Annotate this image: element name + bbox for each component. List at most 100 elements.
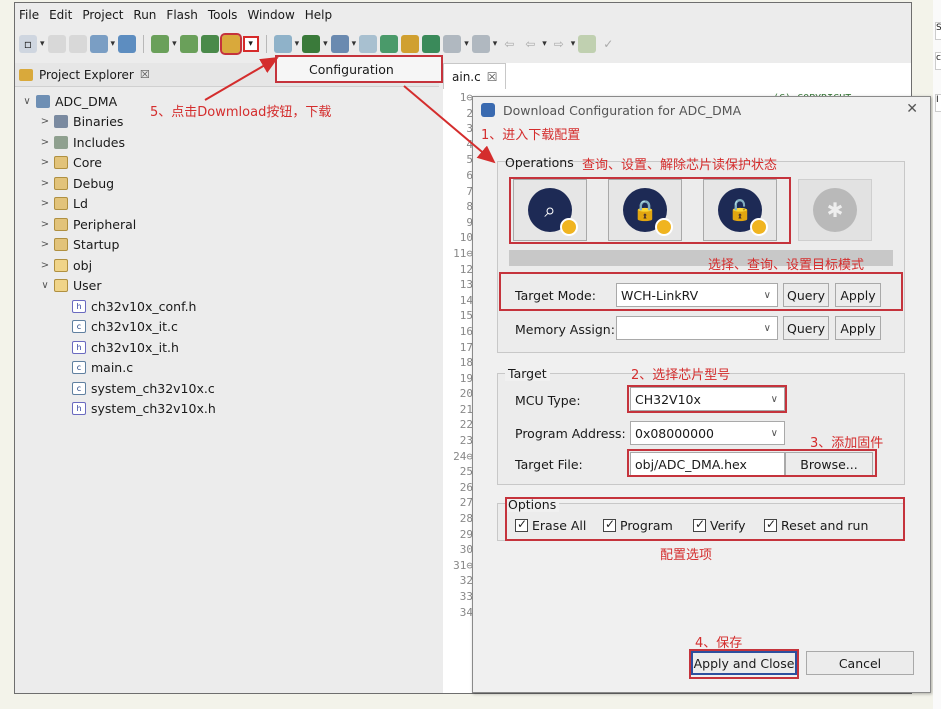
memory-assign-select[interactable]: ∨ bbox=[616, 316, 778, 340]
console-icon[interactable] bbox=[359, 35, 378, 53]
menu-flash[interactable]: Flash bbox=[166, 8, 197, 22]
tree-item[interactable]: > Startup bbox=[15, 235, 439, 256]
chevron-down-icon[interactable]: ∨ bbox=[21, 96, 33, 107]
chevron-right-icon[interactable]: > bbox=[39, 239, 51, 250]
menu-tools[interactable]: Tools bbox=[208, 8, 238, 22]
cancel-button[interactable]: Cancel bbox=[806, 651, 914, 675]
target-mode-query-button[interactable]: Query bbox=[783, 283, 829, 307]
tree-item[interactable]: c ch32v10x_it.c bbox=[15, 317, 439, 338]
debug-dropdown-icon[interactable]: ▾ bbox=[323, 39, 328, 49]
tree-item[interactable]: > Peripheral bbox=[15, 214, 439, 235]
project-explorer: Project Explorer ☒ ∨ ADC_DMA > Binaries > Inc… bbox=[15, 63, 439, 693]
tree-item[interactable]: h system_ch32v10x.h bbox=[15, 399, 439, 420]
program-address-select[interactable]: 0x08000000 ∨ bbox=[630, 421, 785, 445]
back-icon[interactable]: ⇦ bbox=[521, 35, 539, 53]
query-protect-button[interactable]: ⌕ bbox=[513, 179, 587, 241]
menu-window[interactable]: Window bbox=[247, 8, 294, 22]
project-icon[interactable] bbox=[118, 35, 137, 53]
target-file-input[interactable]: obj/ADC_DMA.hex bbox=[630, 452, 785, 476]
chevron-right-icon[interactable]: > bbox=[39, 116, 51, 127]
tree-item[interactable]: > Core bbox=[15, 153, 439, 174]
search-dropdown-icon[interactable]: ▾ bbox=[352, 39, 357, 49]
close-icon[interactable]: ✕ bbox=[906, 101, 918, 117]
next-annotation-icon[interactable] bbox=[471, 35, 490, 53]
chevron-right-icon[interactable]: > bbox=[39, 198, 51, 209]
chevron-right-icon[interactable]: > bbox=[39, 157, 51, 168]
download-icon[interactable] bbox=[219, 33, 242, 55]
chevron-down-icon[interactable]: ∨ bbox=[39, 280, 51, 291]
annotation-icon[interactable] bbox=[443, 35, 462, 53]
tree-item[interactable]: c main.c bbox=[15, 358, 439, 379]
tree-item[interactable]: > Ld bbox=[15, 194, 439, 215]
next-annotation-dropdown-icon[interactable]: ▾ bbox=[493, 39, 498, 49]
forward-dropdown-icon[interactable]: ▾ bbox=[571, 39, 576, 49]
verify-checkbox[interactable]: Verify bbox=[693, 517, 745, 533]
menu-edit[interactable]: Edit bbox=[49, 8, 72, 22]
tree-item[interactable]: h ch32v10x_conf.h bbox=[15, 296, 439, 317]
tree-item-label: system_ch32v10x.h bbox=[91, 401, 216, 417]
toggle-mark-icon[interactable]: ✓ bbox=[599, 35, 617, 53]
target-mode-select[interactable]: WCH-LinkRV ∨ bbox=[616, 283, 778, 307]
perspective-icon[interactable] bbox=[380, 35, 399, 53]
save-icon[interactable] bbox=[47, 35, 66, 53]
memory-assign-apply-button[interactable]: Apply bbox=[835, 316, 881, 340]
tree-item[interactable]: c system_ch32v10x.c bbox=[15, 378, 439, 399]
run-icon[interactable] bbox=[422, 35, 441, 53]
search-icon[interactable] bbox=[330, 35, 349, 53]
new-dropdown-icon[interactable]: ▾ bbox=[40, 39, 45, 49]
menu-file[interactable]: File bbox=[19, 8, 39, 22]
forward-icon[interactable]: ⇨ bbox=[550, 35, 568, 53]
tree-item[interactable]: > obj bbox=[15, 255, 439, 276]
target-mode-apply-button[interactable]: Apply bbox=[835, 283, 881, 307]
chevron-right-icon[interactable]: > bbox=[39, 260, 51, 271]
erase-all-checkbox[interactable]: Erase All bbox=[515, 517, 586, 533]
annotation-step4: 4、保存 bbox=[695, 636, 743, 651]
menu-project[interactable]: Project bbox=[82, 8, 123, 22]
new-icon[interactable]: ▫ bbox=[19, 35, 37, 53]
build-icon[interactable] bbox=[151, 35, 170, 53]
tree-item[interactable]: > Includes bbox=[15, 132, 439, 153]
tree-item[interactable]: ∨ User bbox=[15, 276, 439, 297]
download-dropdown-icon[interactable]: ▾ bbox=[242, 36, 259, 52]
tab-main-c[interactable]: ain.c ☒ bbox=[443, 63, 507, 89]
back-dropdown-icon[interactable]: ▾ bbox=[542, 39, 547, 49]
browse-button[interactable]: Browse... bbox=[785, 452, 873, 476]
close-icon[interactable]: ☒ bbox=[487, 70, 498, 84]
terminal-icon[interactable] bbox=[273, 35, 292, 53]
layers-icon[interactable] bbox=[200, 35, 219, 53]
last-edit-icon[interactable]: ⇦ bbox=[500, 35, 518, 53]
mcu-type-select[interactable]: CH32V10x ∨ bbox=[630, 387, 785, 411]
close-icon[interactable]: ☒ bbox=[140, 68, 150, 81]
chevron-right-icon[interactable]: > bbox=[39, 219, 51, 230]
memory-assign-query-button[interactable]: Query bbox=[783, 316, 829, 340]
save-all-icon[interactable] bbox=[68, 35, 87, 53]
build-dropdown-icon[interactable]: ▾ bbox=[172, 39, 177, 49]
tree-item[interactable]: h ch32v10x_it.h bbox=[15, 337, 439, 358]
menu-run[interactable]: Run bbox=[133, 8, 156, 22]
tree-item[interactable]: > Debug bbox=[15, 173, 439, 194]
right-edge-mark: I bbox=[935, 94, 941, 112]
program-checkbox[interactable]: Program bbox=[603, 517, 673, 533]
tree-item-label: ch32v10x_conf.h bbox=[91, 298, 197, 314]
debug-icon[interactable] bbox=[302, 35, 321, 53]
remove-protect-button[interactable]: 🔓 bbox=[703, 179, 777, 241]
menu-help[interactable]: Help bbox=[305, 8, 332, 22]
terminal-dropdown-icon[interactable]: ▾ bbox=[295, 39, 300, 49]
apply-and-close-button[interactable]: Apply and Close bbox=[691, 651, 797, 675]
set-protect-button[interactable]: 🔒 bbox=[608, 179, 682, 241]
annotation-dropdown-icon[interactable]: ▾ bbox=[464, 39, 469, 49]
build-config-icon[interactable] bbox=[89, 35, 108, 53]
bug-icon: ✱ bbox=[813, 188, 857, 232]
chevron-right-icon[interactable]: > bbox=[39, 178, 51, 189]
reset-and-run-checkbox[interactable]: Reset and run bbox=[764, 517, 868, 533]
pin-editor-icon[interactable] bbox=[578, 35, 597, 53]
configuration-menu-item[interactable]: Configuration bbox=[275, 55, 443, 83]
tree-item-label: ch32v10x_it.c bbox=[91, 319, 178, 335]
build-config-dropdown-icon[interactable]: ▾ bbox=[111, 39, 116, 49]
header-file-icon: h bbox=[72, 340, 86, 354]
rebuild-icon[interactable] bbox=[179, 35, 198, 53]
folder-icon bbox=[19, 68, 33, 81]
right-edge-mark: c bbox=[935, 52, 941, 70]
chevron-right-icon[interactable]: > bbox=[39, 137, 51, 148]
open-type-icon[interactable] bbox=[401, 35, 420, 53]
